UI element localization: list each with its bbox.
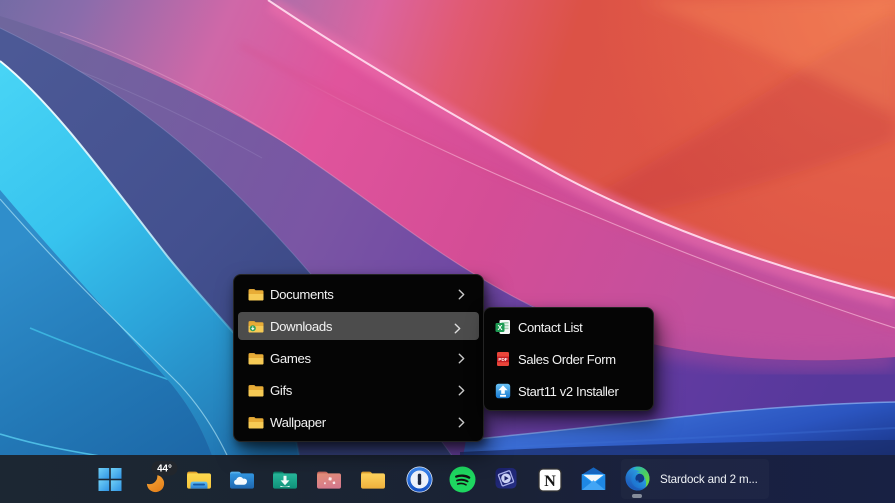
svg-text:PDF: PDF [498, 357, 507, 362]
svg-text:44°: 44° [157, 464, 172, 475]
svg-text:N: N [544, 473, 556, 490]
svg-text:X: X [497, 323, 502, 332]
